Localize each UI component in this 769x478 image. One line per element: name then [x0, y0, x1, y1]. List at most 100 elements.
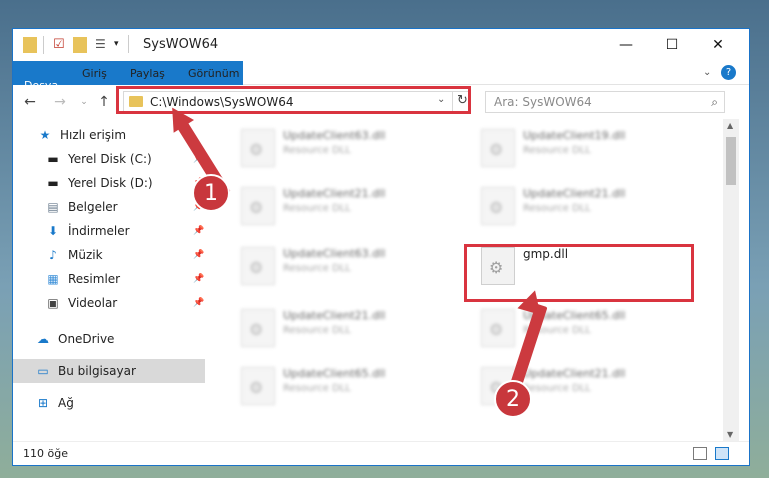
sidebar-item-local-disk-d[interactable]: ▬ Yerel Disk (D:) 📌 [13, 171, 205, 195]
tab-view[interactable]: Görünüm [188, 61, 239, 85]
list-item[interactable]: UpdateClient21.dll Resource DLL [463, 183, 693, 231]
sidebar-item-label: Ağ [58, 396, 74, 410]
minimize-button[interactable]: — [603, 29, 649, 61]
dll-file-icon [481, 309, 515, 347]
back-icon[interactable]: ← [21, 92, 39, 112]
file-name: UpdateClient21.dll [523, 367, 626, 380]
sidebar-item-label: Yerel Disk (D:) [68, 176, 153, 190]
file-name: UpdateClient65.dll [283, 367, 386, 380]
file-type: Resource DLL [523, 203, 591, 214]
list-item[interactable]: UpdateClient21.dll Resource DLL [223, 305, 453, 353]
list-item[interactable]: UpdateClient65.dll Resource DLL [463, 305, 693, 353]
scroll-up-icon[interactable]: ▲ [727, 121, 733, 130]
drive-icon: ▬ [47, 152, 59, 166]
file-name: UpdateClient63.dll [283, 247, 386, 260]
dll-file-icon [241, 187, 275, 225]
sidebar-item-pictures[interactable]: ▦ Resimler 📌 [13, 267, 205, 291]
pin-icon: 📌 [193, 298, 205, 308]
properties-icon[interactable]: ☑ [53, 37, 65, 53]
file-name: UpdateClient21.dll [283, 187, 386, 200]
download-icon: ⬇ [47, 224, 59, 238]
scroll-down-icon[interactable]: ▼ [727, 430, 733, 439]
sidebar-item-network[interactable]: ⊞ Ağ [13, 391, 205, 415]
file-name: UpdateClient21.dll [523, 187, 626, 200]
sidebar-item-label: Videolar [68, 296, 118, 310]
up-icon[interactable]: ↑ [95, 92, 113, 112]
document-icon: ▤ [47, 200, 59, 214]
sidebar-item-downloads[interactable]: ⬇ İndirmeler 📌 [13, 219, 205, 243]
sidebar-item-label: Müzik [68, 248, 103, 262]
sidebar-item-label: İndirmeler [68, 224, 130, 238]
star-icon: ★ [39, 128, 51, 142]
file-type: Resource DLL [283, 263, 351, 274]
new-folder-icon[interactable] [73, 37, 87, 53]
sidebar-item-onedrive[interactable]: ☁ OneDrive [13, 327, 205, 351]
chevron-down-icon[interactable]: ▾ [114, 39, 119, 55]
tab-share[interactable]: Paylaş [130, 61, 165, 85]
large-icons-view-icon[interactable] [715, 447, 729, 460]
sidebar-item-label: Resimler [68, 272, 121, 286]
file-type: Resource DLL [283, 325, 351, 336]
details-view-icon[interactable] [693, 447, 707, 460]
status-bar: 110 öğe [13, 441, 749, 465]
sidebar-item-label: OneDrive [58, 332, 115, 346]
file-type: Resource DLL [283, 203, 351, 214]
list-item[interactable]: UpdateClient21.dll Resource DLL [223, 183, 453, 231]
search-input[interactable]: Ara: SysWOW64 ⌕ [485, 91, 725, 113]
file-type: Resource DLL [283, 383, 351, 394]
sidebar-item-videos[interactable]: ▣ Videolar 📌 [13, 291, 205, 315]
file-type: Resource DLL [523, 145, 591, 156]
file-highlight [464, 244, 694, 302]
list-item[interactable]: UpdateClient63.dll Resource DLL [223, 125, 453, 173]
item-count: 110 öğe [23, 447, 68, 460]
pin-icon: 📌 [193, 226, 205, 236]
dll-file-icon [241, 129, 275, 167]
sidebar-item-music[interactable]: ♪ Müzik 📌 [13, 243, 205, 267]
file-type: Resource DLL [283, 145, 351, 156]
dll-file-icon [241, 367, 275, 405]
help-icon[interactable]: ? [721, 65, 736, 80]
file-name: UpdateClient21.dll [283, 309, 386, 322]
close-button[interactable]: ✕ [695, 29, 741, 61]
video-icon: ▣ [47, 296, 59, 310]
search-icon[interactable]: ⌕ [711, 95, 718, 110]
folder-icon [23, 37, 37, 53]
dll-file-icon [241, 309, 275, 347]
picture-icon: ▦ [47, 272, 59, 286]
music-icon: ♪ [49, 248, 57, 262]
ribbon-expand-icon[interactable]: ⌄ [703, 67, 711, 78]
divider [43, 36, 44, 54]
title-bar: ☑ ☰ ▾ SysWOW64 — ☐ ✕ [13, 29, 749, 61]
divider [128, 35, 129, 53]
dll-file-icon [481, 187, 515, 225]
pin-icon: 📌 [193, 250, 205, 260]
customize-icon[interactable]: ☰ [95, 37, 106, 53]
maximize-button[interactable]: ☐ [649, 29, 695, 61]
sidebar-item-documents[interactable]: ▤ Belgeler 📌 [13, 195, 205, 219]
tab-home[interactable]: Giriş [82, 61, 107, 85]
step-badge-1: 1 [192, 174, 230, 212]
ribbon-tabs: Dosya Giriş Paylaş Görünüm ⌄ ? [13, 61, 749, 109]
cloud-icon: ☁ [37, 332, 49, 346]
sidebar-item-label: Yerel Disk (C:) [68, 152, 152, 166]
forward-icon[interactable]: → [51, 92, 69, 112]
sidebar-item-local-disk-c[interactable]: ▬ Yerel Disk (C:) 📌 [13, 147, 205, 171]
list-item[interactable]: UpdateClient19.dll Resource DLL [463, 125, 693, 173]
search-placeholder: Ara: SysWOW64 [494, 95, 592, 109]
sidebar-item-this-pc[interactable]: ▭ Bu bilgisayar [13, 359, 205, 383]
network-icon: ⊞ [37, 396, 49, 410]
file-name: UpdateClient19.dll [523, 129, 626, 142]
list-item[interactable]: UpdateClient65.dll Resource DLL [223, 363, 453, 411]
list-item[interactable]: UpdateClient63.dll Resource DLL [223, 243, 453, 291]
recent-chevron-icon[interactable]: ⌄ [75, 92, 93, 112]
navigation-pane: ★ Hızlı erişim ▬ Yerel Disk (C:) 📌 ▬ Yer… [13, 119, 205, 439]
computer-icon: ▭ [37, 364, 49, 378]
file-type: Resource DLL [523, 383, 591, 394]
sidebar-item-label: Bu bilgisayar [58, 364, 136, 378]
scrollbar-thumb[interactable] [726, 137, 736, 185]
sidebar-item-label: Belgeler [68, 200, 118, 214]
vertical-scrollbar[interactable]: ▲ ▼ [723, 119, 739, 441]
sidebar-item-label: Hızlı erişim [60, 128, 127, 142]
step-badge-2: 2 [494, 380, 532, 418]
dll-file-icon [481, 129, 515, 167]
